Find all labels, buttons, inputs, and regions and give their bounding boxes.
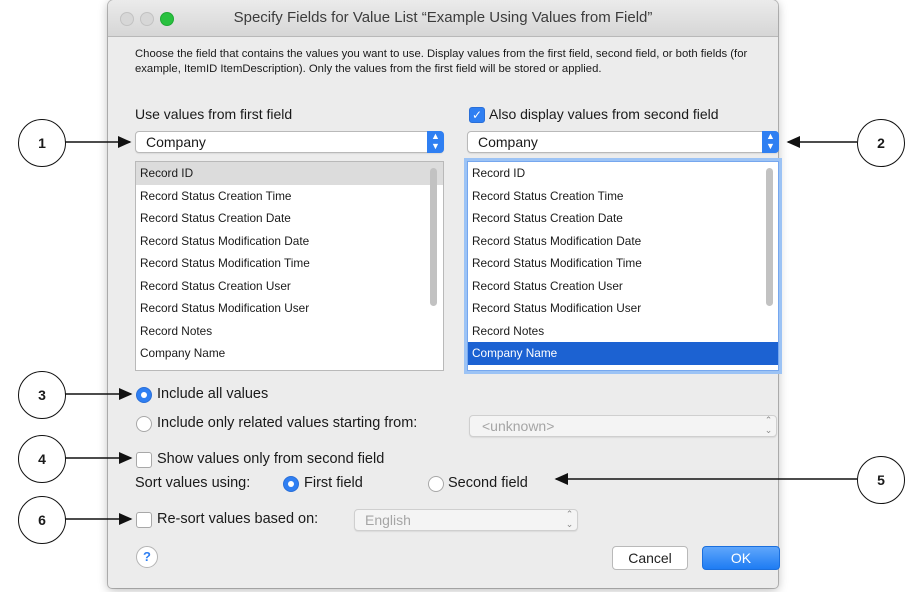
callout-arrows (65, 136, 857, 525)
callout-4: 4 (18, 435, 66, 483)
callout-6: 6 (18, 496, 66, 544)
callout-5: 5 (857, 456, 905, 504)
callout-3: 3 (18, 371, 66, 419)
callout-1: 1 (18, 119, 66, 167)
callout-2: 2 (857, 119, 905, 167)
